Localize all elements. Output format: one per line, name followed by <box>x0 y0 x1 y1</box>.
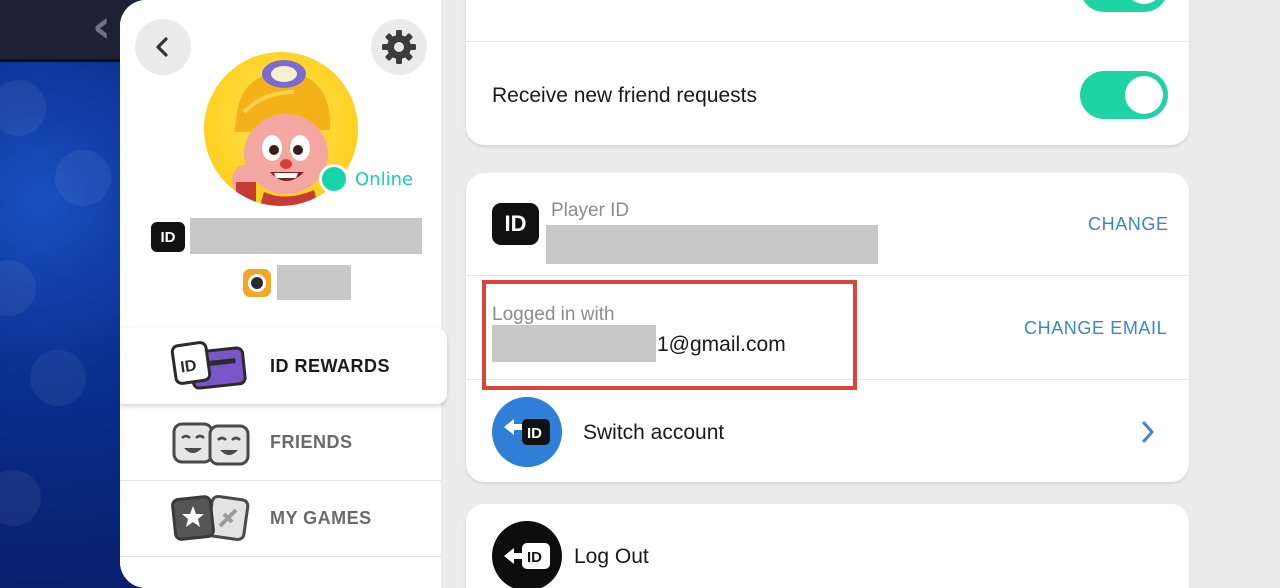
logout-arrow-icon: ID <box>504 543 550 569</box>
email-highlight-box <box>482 280 857 390</box>
id-badge-icon: ID <box>151 222 185 252</box>
friend-requests-label: Receive new friend requests <box>492 84 757 107</box>
svg-text:ID: ID <box>527 425 542 442</box>
nav-label-my-games: MY GAMES <box>270 507 372 528</box>
switch-account-icon: ID <box>492 397 562 467</box>
skull-pattern-icon <box>0 80 46 136</box>
player-icon <box>243 269 271 297</box>
profile-sidebar: Online ID ID ID REWARDS FRIENDS MY GAMES <box>120 0 447 588</box>
skull-pattern-icon <box>30 350 86 406</box>
skull-pattern-icon <box>55 150 111 206</box>
chevron-left-icon <box>156 37 168 57</box>
row-divider <box>466 41 1189 42</box>
chevron-right-icon <box>1142 421 1154 443</box>
logout-label: Log Out <box>574 545 649 568</box>
player-id-icon: ID <box>492 203 539 245</box>
online-status: Online <box>319 164 413 194</box>
privacy-settings-card: Receive new friend requests <box>466 0 1189 145</box>
nav-item-friends[interactable]: FRIENDS <box>120 404 446 480</box>
status-label: Online <box>355 168 414 190</box>
redacted-username <box>190 218 422 254</box>
settings-button[interactable] <box>371 19 427 75</box>
nav-label-id-rewards: ID REWARDS <box>270 355 391 376</box>
game-background <box>0 0 140 588</box>
swap-arrows-icon: ID <box>504 419 550 445</box>
back-button[interactable] <box>135 19 191 75</box>
nav-item-my-games[interactable]: MY GAMES <box>120 480 446 556</box>
friends-icon <box>172 422 250 466</box>
change-email-button[interactable]: CHANGE EMAIL <box>1024 318 1167 339</box>
toggle-previous-setting[interactable] <box>1080 0 1168 12</box>
skull-pattern-icon <box>0 260 36 316</box>
svg-text:ID: ID <box>179 357 197 376</box>
nav-divider <box>120 556 441 557</box>
redacted-level <box>277 265 351 300</box>
toggle-knob <box>1125 76 1163 114</box>
switch-account-label: Switch account <box>583 421 725 444</box>
supercell-id-panel: Online ID ID ID REWARDS FRIENDS MY GAMES… <box>120 0 1280 588</box>
svg-text:ID: ID <box>527 549 542 566</box>
id-badge-text: ID <box>160 228 176 246</box>
player-id-label: Player ID <box>551 200 630 221</box>
my-games-icon <box>171 494 250 542</box>
toggle-knob <box>1125 0 1163 4</box>
gear-icon <box>382 30 416 64</box>
logout-card[interactable]: ID Log Out <box>466 504 1189 588</box>
online-dot-icon <box>319 164 349 194</box>
nav-label-friends: FRIENDS <box>270 431 353 452</box>
player-id-icon-text: ID <box>504 211 527 236</box>
switch-account-row[interactable]: ID Switch account <box>466 380 1189 482</box>
game-top-bar: ‹ <box>0 0 140 62</box>
id-rewards-icon: ID <box>170 341 247 390</box>
skull-pattern-icon <box>0 470 41 526</box>
redacted-player-id <box>546 225 878 264</box>
row-divider <box>466 275 1189 276</box>
logout-icon: ID <box>492 521 562 588</box>
friend-requests-toggle[interactable] <box>1080 71 1168 119</box>
nav-item-id-rewards[interactable]: ID ID REWARDS <box>120 328 447 404</box>
change-player-id-button[interactable]: CHANGE <box>1088 214 1169 235</box>
